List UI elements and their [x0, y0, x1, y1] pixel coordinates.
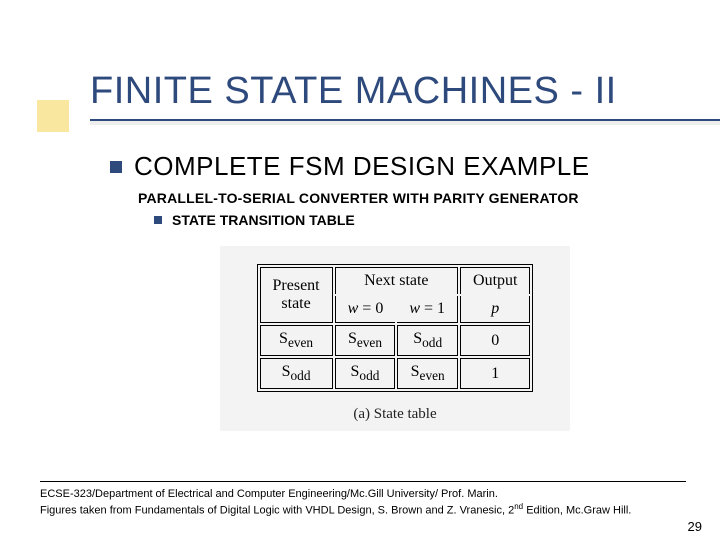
cell-w1: Sodd [397, 325, 458, 356]
footer-line-1: ECSE-323/Department of Electrical and Co… [40, 487, 686, 502]
col-present: Presentstate [260, 267, 333, 323]
cell-present: Seven [260, 325, 333, 356]
sub-bullet-icon [154, 216, 162, 224]
cell-present: Sodd [260, 358, 333, 389]
sub-bullet-row: STATE TRANSITION TABLE [154, 212, 680, 228]
cell-w0: Sodd [335, 358, 396, 389]
state-table-figure: Presentstate Next state Output w = 0 w =… [220, 246, 570, 431]
footer-sup: nd [514, 502, 523, 511]
bullet-row: COMPLETE FSM DESIGN EXAMPLE [110, 151, 680, 182]
slide-title: FINITE STATE MACHINES - II [90, 70, 720, 113]
bullet-icon [110, 161, 122, 173]
footer-text: ECSE-323/Department of Electrical and Co… [40, 487, 686, 518]
state-table: Presentstate Next state Output w = 0 w =… [257, 264, 534, 392]
table-row: Seven Seven Sodd 0 [260, 325, 531, 356]
cell-p: 0 [460, 325, 530, 356]
example-subheading: PARALLEL-TO-SERIAL CONVERTER WITH PARITY… [138, 190, 680, 206]
section-heading: COMPLETE FSM DESIGN EXAMPLE [134, 151, 590, 182]
figure-caption: (a) State table [234, 406, 556, 423]
table-row: Sodd Sodd Seven 1 [260, 358, 531, 389]
page-number: 29 [688, 519, 702, 534]
cell-w1: Seven [397, 358, 458, 389]
footer-line-2a: Figures taken from Fundamentals of Digit… [40, 504, 514, 516]
slide-body: COMPLETE FSM DESIGN EXAMPLE PARALLEL-TO-… [0, 125, 720, 431]
slide: FINITE STATE MACHINES - II COMPLETE FSM … [0, 0, 720, 540]
cell-w0: Seven [335, 325, 396, 356]
sub-bullet-text: STATE TRANSITION TABLE [172, 212, 355, 228]
footer-line-2: Figures taken from Fundamentals of Digit… [40, 502, 686, 519]
col-p: p [460, 296, 530, 323]
col-output: Output [460, 267, 530, 294]
accent-square [37, 100, 69, 132]
col-w1: w = 1 [397, 296, 458, 323]
col-next: Next state [335, 267, 458, 294]
title-underline-shadow [90, 121, 720, 125]
title-area: FINITE STATE MACHINES - II [0, 0, 720, 125]
footer-line-2b: Edition, Mc.Graw Hill. [523, 504, 631, 516]
col-w0: w = 0 [335, 296, 396, 323]
footer-divider [40, 481, 686, 482]
cell-p: 1 [460, 358, 530, 389]
